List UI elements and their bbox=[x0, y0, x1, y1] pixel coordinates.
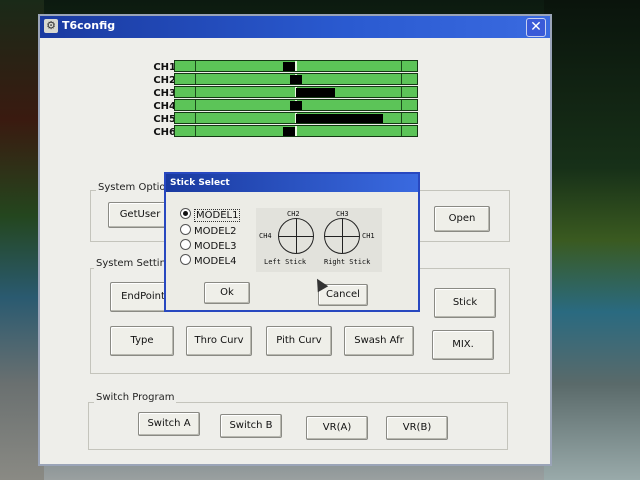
channel-bar-ch2 bbox=[174, 73, 418, 85]
dialog-titlebar[interactable]: Stick Select bbox=[166, 174, 418, 192]
radio-dot-selected[interactable] bbox=[180, 208, 191, 219]
radio-dot[interactable] bbox=[180, 254, 191, 265]
ok-button[interactable]: Ok bbox=[204, 282, 250, 304]
app-icon: ⚙ bbox=[44, 19, 58, 33]
swash-afr-button[interactable]: Swash Afr bbox=[344, 326, 414, 356]
right-stick-icon bbox=[324, 218, 360, 254]
channel-bar-ch5 bbox=[174, 112, 418, 124]
switch-program-title: Switch Program bbox=[94, 392, 177, 403]
desktop-background-right bbox=[544, 0, 640, 480]
radio-model1[interactable]: MODEL1 bbox=[180, 208, 241, 222]
radio-model2[interactable]: MODEL2 bbox=[180, 224, 236, 237]
type-button[interactable]: Type bbox=[110, 326, 174, 356]
vra-button[interactable]: VR(A) bbox=[306, 416, 368, 440]
open-button[interactable]: Open bbox=[434, 206, 490, 232]
radio-model3[interactable]: MODEL3 bbox=[180, 239, 236, 252]
channel-level bbox=[296, 88, 335, 97]
stick-select-dialog: Stick Select MODEL1 MODEL2 MODEL3 MODEL4… bbox=[164, 172, 420, 312]
channel-bar-ch4 bbox=[174, 99, 418, 111]
channel-bar-ch1 bbox=[174, 60, 418, 72]
system-options-title: System Optio bbox=[96, 182, 168, 193]
pith-curv-button[interactable]: Pith Curv bbox=[266, 326, 332, 356]
channel-label: CH3 bbox=[153, 88, 176, 99]
ch-label-right-side: CH1 bbox=[362, 232, 375, 240]
radio-label: MODEL2 bbox=[194, 226, 237, 237]
radio-label: MODEL3 bbox=[194, 241, 237, 252]
channel-label: CH4 bbox=[153, 101, 176, 112]
stick-diagram: CH2 CH4 CH3 CH1 Left Stick Right Stick bbox=[256, 208, 382, 272]
channel-label: CH2 bbox=[153, 75, 176, 86]
window-title: T6config bbox=[62, 19, 116, 32]
left-stick-label: Left Stick bbox=[264, 258, 307, 266]
ch-label-left-side: CH4 bbox=[259, 232, 272, 240]
radio-label: MODEL4 bbox=[194, 256, 237, 267]
channel-level bbox=[282, 127, 295, 136]
ch-label-left-top: CH2 bbox=[287, 210, 300, 218]
mix-button[interactable]: MIX. bbox=[432, 330, 494, 360]
switch-a-button[interactable]: Switch A bbox=[138, 412, 200, 436]
radio-model4[interactable]: MODEL4 bbox=[180, 254, 236, 267]
getuser-button[interactable]: GetUser bbox=[108, 202, 172, 228]
channel-level bbox=[290, 75, 302, 84]
channel-bar-ch6 bbox=[174, 125, 418, 137]
channel-level bbox=[296, 114, 384, 123]
switch-b-button[interactable]: Switch B bbox=[220, 414, 282, 438]
channel-bar-ch3 bbox=[174, 86, 418, 98]
radio-dot[interactable] bbox=[180, 239, 191, 250]
radio-dot[interactable] bbox=[180, 224, 191, 235]
stick-button[interactable]: Stick bbox=[434, 288, 496, 318]
radio-label: MODEL1 bbox=[194, 209, 241, 222]
right-stick-label: Right Stick bbox=[324, 258, 371, 266]
channel-label: CH1 bbox=[153, 62, 176, 73]
left-stick-icon bbox=[278, 218, 314, 254]
channel-label: CH5 bbox=[153, 114, 176, 125]
system-settings-title: System Settin bbox=[94, 258, 168, 269]
channel-label: CH6 bbox=[153, 127, 176, 138]
ch-label-right-top: CH3 bbox=[336, 210, 349, 218]
close-button[interactable]: ✕ bbox=[526, 18, 546, 37]
channel-level bbox=[290, 101, 302, 110]
vrb-button[interactable]: VR(B) bbox=[386, 416, 448, 440]
thro-curv-button[interactable]: Thro Curv bbox=[186, 326, 252, 356]
channel-level bbox=[282, 62, 295, 71]
window-titlebar[interactable]: ⚙ T6config ✕ bbox=[40, 16, 550, 38]
